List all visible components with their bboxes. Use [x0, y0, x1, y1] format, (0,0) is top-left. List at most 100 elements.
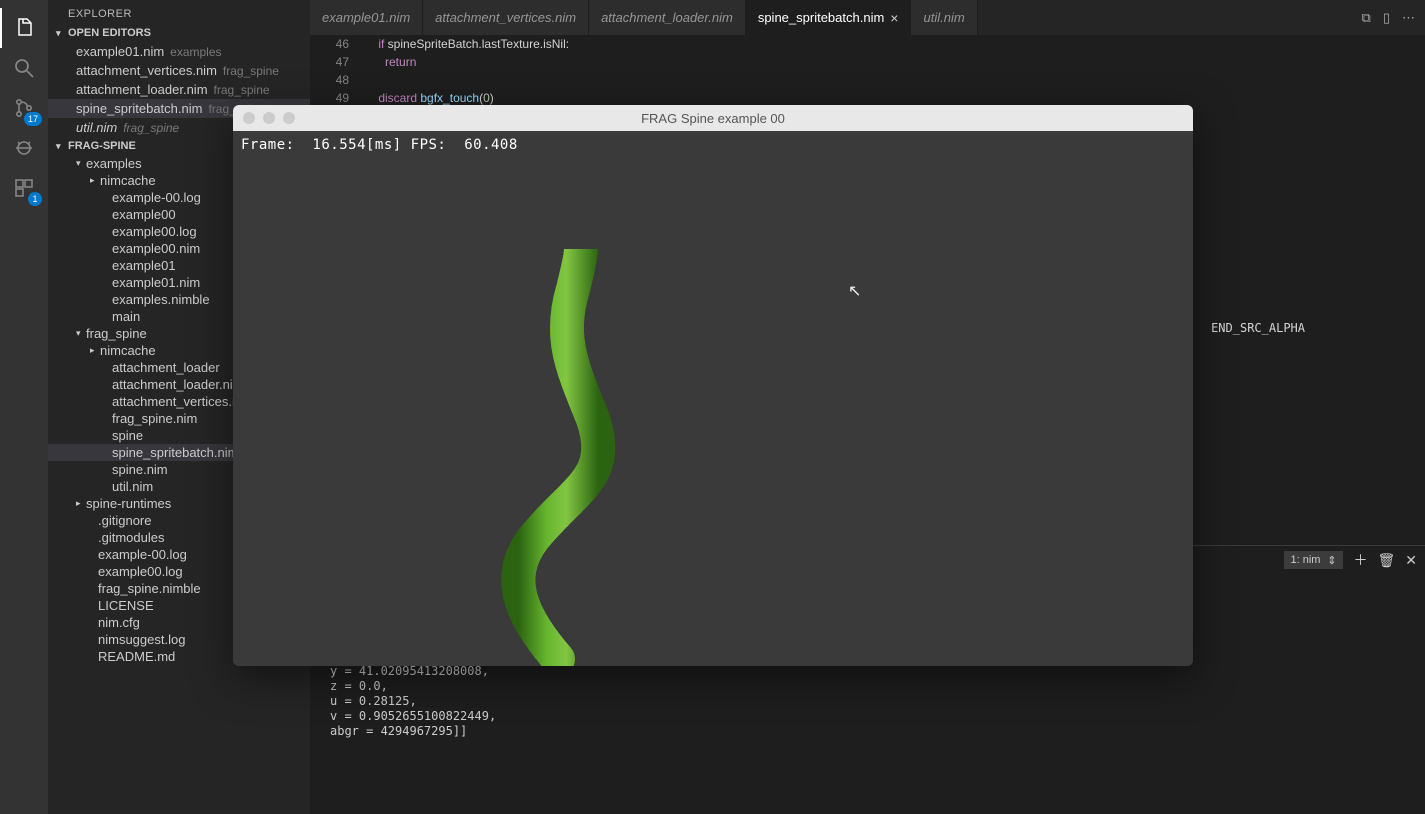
app-titlebar[interactable]: FRAG Spine example 00 [233, 105, 1193, 131]
tree-label: example01 [112, 258, 176, 273]
minimap[interactable] [1355, 35, 1425, 545]
tree-label: example00 [112, 207, 176, 222]
tree-label: example-00.log [98, 547, 187, 562]
kill-terminal-icon[interactable]: 🗑 [1377, 552, 1395, 569]
sidebar-title: EXPLORER [48, 0, 310, 24]
file-path: examples [170, 45, 221, 59]
code-line [365, 71, 1425, 89]
file-name: spine_spritebatch.nim [76, 101, 202, 116]
editor-tab[interactable]: attachment_loader.nim [589, 0, 746, 35]
tree-label: attachment_loader [112, 360, 220, 375]
tree-label: frag_spine.nim [112, 411, 197, 426]
tree-label: example01.nim [112, 275, 200, 290]
tree-label: example00.log [98, 564, 183, 579]
file-name: util.nim [76, 120, 117, 135]
tree-label: attachment_vertices.nim [112, 394, 253, 409]
editor-tab[interactable]: spine_spritebatch.nim × [746, 0, 912, 35]
file-path: frag_spine [214, 83, 270, 97]
project-label: FRAG-SPINE [68, 140, 136, 152]
chevron-icon: ▸ [90, 345, 100, 356]
code-fragment: END_SRC_ALPHA [1211, 321, 1305, 335]
open-editor-item[interactable]: example01.nim examples [48, 42, 310, 61]
chevron-down-icon: ▾ [56, 28, 68, 39]
file-name: attachment_loader.nim [76, 82, 208, 97]
tree-label: nimsuggest.log [98, 632, 185, 647]
tree-label: example00.nim [112, 241, 200, 256]
mouse-cursor-icon: ↖ [848, 281, 861, 301]
line-number: 48 [310, 71, 349, 89]
fps-overlay: Frame: 16.554[ms] FPS: 60.408 [241, 137, 518, 153]
tab-close-icon[interactable]: × [890, 10, 898, 26]
editor-tab[interactable]: util.nim [911, 0, 977, 35]
chevron-icon: ▸ [76, 498, 86, 509]
editor-tabs: example01.nim attachment_vertices.nim atta… [310, 0, 1425, 35]
tab-label: attachment_vertices.nim [435, 10, 576, 25]
file-name: attachment_vertices.nim [76, 63, 217, 78]
chevron-icon: ▾ [76, 158, 86, 169]
open-editor-item[interactable]: attachment_loader.nim frag_spine [48, 80, 310, 99]
chevron-down-icon: ▾ [56, 141, 68, 152]
open-editor-item[interactable]: attachment_vertices.nim frag_spine [48, 61, 310, 80]
bug-icon [12, 136, 36, 160]
app-window: FRAG Spine example 00 Frame: 16.554[ms] … [233, 105, 1193, 666]
chevron-icon: ▸ [90, 175, 100, 186]
open-editors-header[interactable]: ▾ OPEN EDITORS [48, 24, 310, 42]
line-number: 47 [310, 53, 349, 71]
file-path: frag_spine [223, 64, 279, 78]
activity-extensions[interactable]: 1 [0, 168, 48, 208]
tree-label: frag_spine [86, 326, 147, 341]
tree-label: spine [112, 428, 143, 443]
line-number: 46 [310, 35, 349, 53]
tab-label: spine_spritebatch.nim [758, 10, 884, 25]
tree-label: util.nim [112, 479, 153, 494]
close-panel-icon[interactable]: ✕ [1405, 552, 1417, 569]
new-terminal-icon[interactable]: ＋ [1353, 550, 1367, 570]
terminal-selector-label: 1: nim [1291, 554, 1321, 566]
activity-git[interactable]: 17 [0, 88, 48, 128]
activity-debug[interactable] [0, 128, 48, 168]
tree-label: nimcache [100, 343, 156, 358]
search-icon [12, 56, 36, 80]
tree-label: README.md [98, 649, 175, 664]
tree-label: spine.nim [112, 462, 168, 477]
editor-tab[interactable]: attachment_vertices.nim [423, 0, 589, 35]
chevron-updown-icon: ⇕ [1327, 554, 1336, 567]
terminal-selector[interactable]: 1: nim ⇕ [1284, 551, 1344, 569]
code-line: return [365, 53, 1425, 71]
file-name: example01.nim [76, 44, 164, 59]
split-icon[interactable]: ⧉ [1362, 10, 1371, 26]
git-badge: 17 [24, 112, 42, 126]
activity-search[interactable] [0, 48, 48, 88]
ext-badge: 1 [28, 192, 42, 206]
tree-label: LICENSE [98, 598, 154, 613]
file-path: frag_spine [123, 121, 179, 135]
tree-label: main [112, 309, 140, 324]
app-canvas: Frame: 16.554[ms] FPS: 60.408 ↖ [233, 131, 1193, 666]
tree-label: examples [86, 156, 142, 171]
tree-label: spine-runtimes [86, 496, 171, 511]
chevron-icon: ▾ [76, 328, 86, 339]
tree-label: .gitmodules [98, 530, 164, 545]
open-editors-label: OPEN EDITORS [68, 27, 151, 39]
tree-label: .gitignore [98, 513, 151, 528]
tab-label: attachment_loader.nim [601, 10, 733, 25]
tree-label: attachment_loader.nim [112, 377, 244, 392]
vine-graphic [463, 249, 723, 666]
app-title: FRAG Spine example 00 [233, 111, 1193, 126]
more-icon[interactable]: ⋯ [1402, 10, 1415, 26]
tab-label: util.nim [923, 10, 964, 25]
tree-label: examples.nimble [112, 292, 210, 307]
activity-bar: 17 1 [0, 0, 48, 814]
tree-label: nimcache [100, 173, 156, 188]
files-icon [12, 16, 36, 40]
tree-label: frag_spine.nimble [98, 581, 201, 596]
tree-label: example00.log [112, 224, 197, 239]
layout-icon[interactable]: ▯ [1383, 10, 1390, 26]
code-line: if spineSpriteBatch.lastTexture.isNil: [365, 35, 1425, 53]
editor-tab[interactable]: example01.nim [310, 0, 423, 35]
tab-label: example01.nim [322, 10, 410, 25]
tree-label: example-00.log [112, 190, 201, 205]
activity-explorer[interactable] [0, 8, 48, 48]
tree-label: nim.cfg [98, 615, 140, 630]
tree-label: spine_spritebatch.nim [112, 445, 238, 460]
